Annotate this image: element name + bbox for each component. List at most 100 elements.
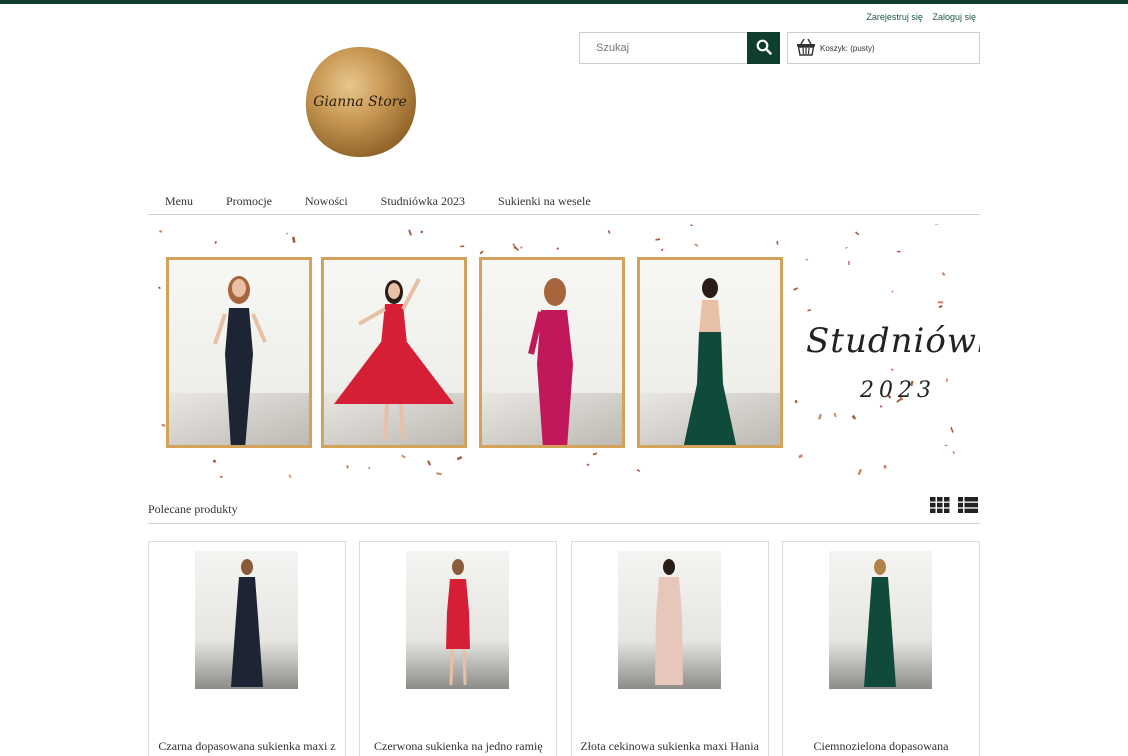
confetti-piece [855,231,860,236]
nav-item-nowosci[interactable]: Nowości [305,188,348,214]
main-nav: Menu Promocje Nowości Studniówka 2023 Su… [148,188,980,215]
top-accent-bar [0,0,1128,4]
grid-icon[interactable] [930,497,950,518]
list-icon[interactable] [958,497,978,518]
confetti-piece [945,378,949,382]
dress-shape [864,577,897,687]
basket-icon [796,38,820,58]
confetti-piece [368,466,371,470]
confetti-piece [214,240,217,244]
cart-button[interactable]: Koszyk: (pusty) [787,32,980,64]
confetti-piece [157,286,161,290]
product-card[interactable]: Czarna dopasowana sukienka maxi z [148,541,346,756]
confetti-piece [420,230,424,234]
confetti-piece [456,455,463,461]
confetti-piece [935,224,939,225]
search-icon [756,39,772,58]
login-link[interactable]: Zaloguj się [932,12,976,22]
confetti-piece [288,474,292,478]
banner-photo-4 [637,257,783,448]
product-card[interactable]: Czerwona sukienka na jedno ramię [359,541,558,756]
confetti-piece [950,426,954,433]
auth-links: Zarejestruj się Zaloguj się [859,12,976,22]
banner-year: 2023 [860,378,936,403]
confetti-piece [844,246,848,249]
banner-photo-3 [479,257,625,448]
confetti-piece [427,460,432,466]
confetti-piece [937,301,944,304]
confetti-piece [848,260,850,266]
dress-shape [445,579,470,649]
hero-banner[interactable]: Studniówka 2023 [148,224,980,478]
product-name[interactable]: Ciemnozielona dopasowana [789,739,973,753]
confetti-piece [890,368,894,372]
product-name[interactable]: Złota cekinowa sukienka maxi Hania [578,739,762,753]
confetti-piece [793,287,799,291]
confetti-piece [805,258,809,261]
confetti-piece [556,247,559,250]
nav-item-promocje[interactable]: Promocje [226,188,272,214]
confetti-piece [941,272,946,277]
search-input[interactable] [579,32,747,64]
product-image[interactable] [406,551,510,689]
confetti-piece [833,412,837,418]
confetti-piece [944,444,948,447]
cart-label: Koszyk: (pusty) [820,43,875,53]
confetti-piece [586,463,590,467]
confetti-piece [938,304,943,309]
confetti-piece [636,469,641,473]
dress-shape [655,577,684,685]
product-image[interactable] [828,551,932,689]
banner-title: Studniówka [806,321,980,361]
confetti-piece [798,454,804,459]
confetti-piece [690,224,693,226]
confetti-piece [857,468,863,476]
confetti-piece [408,229,412,236]
confetti-piece [879,405,883,408]
confetti-piece [436,472,442,476]
confetti-piece [952,450,956,455]
product-image[interactable] [617,551,721,689]
confetti-piece [592,452,598,456]
confetti-piece [891,290,894,293]
confetti-piece [851,414,857,420]
confetti-piece [776,240,779,245]
confetti-piece [660,248,664,252]
confetti-piece [694,243,699,247]
product-card[interactable]: Złota cekinowa sukienka maxi Hania [570,541,769,756]
confetti-piece [291,236,296,243]
confetti-piece [794,400,798,404]
confetti-piece [159,229,163,233]
confetti-piece [285,232,289,235]
product-image[interactable] [195,551,298,689]
store-logo[interactable]: Gianna Store [302,45,418,159]
confetti-piece [345,464,350,469]
confetti-piece [520,246,523,249]
product-grid: Czarna dopasowana sukienka maxi z Czerwo… [148,541,980,756]
search-button[interactable] [747,32,780,64]
confetti-piece [883,464,887,469]
nav-item-studniowka[interactable]: Studniówka 2023 [381,188,465,214]
confetti-piece [607,230,611,234]
confetti-piece [219,475,223,478]
register-link[interactable]: Zarejestruj się [866,12,923,22]
featured-header: Polecane produkty [148,494,980,524]
dress-shape [230,577,263,687]
confetti-piece [807,309,812,312]
featured-title: Polecane produkty [148,502,238,516]
product-name[interactable]: Czerwona sukienka na jedno ramię [366,739,550,753]
confetti-piece [479,250,484,255]
confetti-piece [655,238,661,241]
logo-text: Gianna Store [313,94,406,110]
nav-item-menu[interactable]: Menu [165,188,193,214]
search-box [579,32,780,64]
banner-photo-1 [166,257,312,448]
confetti-piece [401,454,406,459]
confetti-piece [212,459,217,464]
product-name[interactable]: Czarna dopasowana sukienka maxi z [155,739,339,753]
nav-item-wesele[interactable]: Sukienki na wesele [498,188,591,214]
product-card[interactable]: Ciemnozielona dopasowana [781,541,980,756]
banner-photo-2 [321,257,467,448]
confetti-piece [460,245,465,248]
confetti-piece [896,250,901,253]
